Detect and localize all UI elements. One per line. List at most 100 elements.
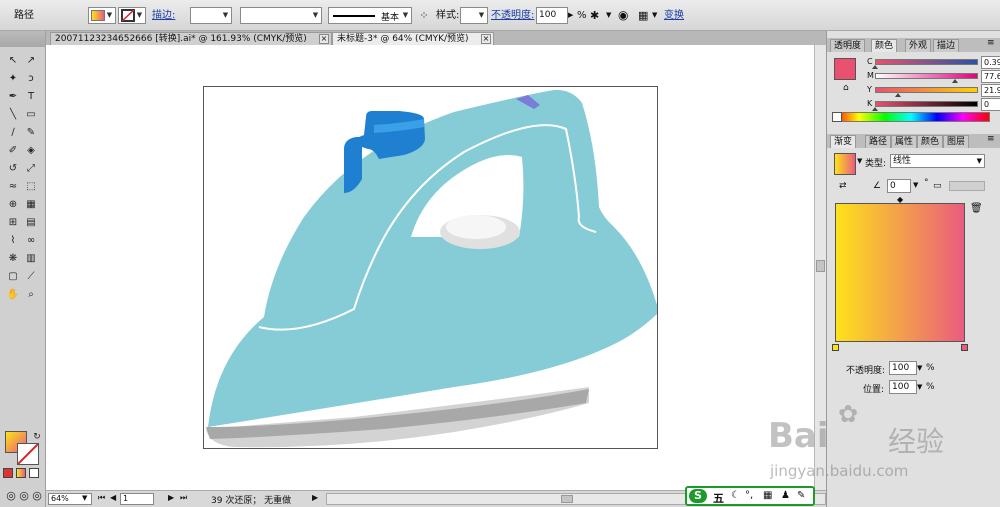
gradient-type-select[interactable]: 线性 ▼: [890, 154, 985, 168]
tab-color-2[interactable]: 颜色: [917, 135, 944, 148]
isolate-object-icon[interactable]: ◉: [618, 7, 634, 24]
stroke-swatch-large[interactable]: [17, 443, 39, 465]
magic-wand-tool-icon[interactable]: ✦: [5, 71, 21, 87]
close-icon[interactable]: ×: [481, 34, 491, 44]
iron-artwork[interactable]: [204, 87, 658, 449]
symbol-sprayer-tool-icon[interactable]: ❋: [5, 251, 21, 267]
blend-tool-icon[interactable]: ∞: [23, 233, 39, 249]
tab-layers[interactable]: 图层: [943, 135, 970, 148]
channel-slider-track[interactable]: [875, 101, 978, 107]
channel-slider-thumb[interactable]: [872, 107, 878, 111]
chevron-down-icon[interactable]: ▼: [82, 494, 87, 502]
chevron-down-icon[interactable]: ▼: [652, 7, 660, 24]
chevron-down-icon[interactable]: ▼: [917, 364, 922, 372]
next-page-icon[interactable]: ▶: [168, 493, 174, 502]
user-icon[interactable]: ♟: [781, 490, 790, 501]
eraser-tool-icon[interactable]: ◈: [23, 143, 39, 159]
delete-stop-icon[interactable]: 🗑: [970, 203, 983, 214]
scroll-thumb[interactable]: [816, 260, 825, 272]
color-spectrum-bar[interactable]: [832, 112, 990, 122]
chevron-down-icon[interactable]: ▼: [857, 157, 862, 165]
panel-menu-icon[interactable]: ≡: [987, 134, 995, 144]
tab-pathfinder[interactable]: 路径: [865, 135, 892, 148]
line-tool-icon[interactable]: ╲: [5, 107, 21, 123]
half-width-icon[interactable]: ☾: [731, 490, 740, 501]
lasso-tool-icon[interactable]: ↄ: [23, 71, 39, 87]
first-page-icon[interactable]: ⏮: [98, 493, 105, 503]
vertical-scrollbar[interactable]: [814, 45, 826, 490]
gradient-preview[interactable]: [835, 203, 965, 342]
color-swatch[interactable]: [834, 58, 856, 80]
reverse-gradient-icon[interactable]: ⇄: [839, 181, 847, 191]
recolor-artwork-icon[interactable]: ✱: [590, 7, 606, 24]
scroll-thumb[interactable]: [561, 495, 573, 503]
channel-value-input[interactable]: 0: [981, 98, 1000, 111]
fill-color-picker[interactable]: ▼: [88, 7, 116, 24]
tab-color[interactable]: 颜色: [871, 39, 898, 52]
tab-transparency[interactable]: 透明度: [830, 39, 866, 52]
type-tool-icon[interactable]: T: [23, 89, 39, 105]
swap-fill-stroke-icon[interactable]: ↻: [29, 429, 45, 445]
transform-link[interactable]: 变换: [664, 7, 684, 24]
channel-slider-thumb[interactable]: [872, 65, 879, 69]
document-tab-active[interactable]: 未标题-3* @ 64% (CMYK/预览) ×: [332, 32, 494, 45]
chevron-down-icon[interactable]: ▼: [606, 7, 614, 24]
chevron-right-icon[interactable]: ▶: [568, 7, 576, 24]
keyboard-icon[interactable]: ▦: [763, 490, 772, 501]
chevron-down-icon[interactable]: ▼: [913, 181, 918, 189]
gradient-swatch[interactable]: [834, 153, 856, 175]
aspect-ratio-input[interactable]: [949, 181, 985, 191]
blob-brush-tool-icon[interactable]: ✐: [5, 143, 21, 159]
panel-menu-icon[interactable]: ≡: [987, 38, 995, 48]
channel-slider-thumb[interactable]: [894, 93, 901, 97]
tools-panel-grip[interactable]: [0, 31, 45, 47]
channel-value-input[interactable]: 21.96: [981, 84, 1000, 97]
channel-slider-track[interactable]: [875, 59, 978, 65]
channel-value-input[interactable]: 0.39: [981, 56, 1000, 69]
hand-tool-icon[interactable]: ✋: [5, 287, 21, 303]
graphic-style-picker[interactable]: ▼: [460, 7, 488, 24]
last-page-icon[interactable]: ⏭: [180, 493, 187, 503]
channel-slider-thumb[interactable]: [951, 79, 958, 83]
document-tab[interactable]: 20071123234652666 [转换].ai* @ 161.93% (CM…: [50, 32, 332, 45]
none-mode-icon[interactable]: [29, 468, 39, 478]
mesh-tool-icon[interactable]: ⊞: [5, 215, 21, 231]
artboard-tool-icon[interactable]: ▢: [5, 269, 21, 285]
opacity-link[interactable]: 不透明度:: [491, 7, 534, 24]
angle-input[interactable]: 0: [887, 179, 911, 193]
brush-definition[interactable]: 基本 ▼: [328, 7, 412, 24]
eyedropper-tool-icon[interactable]: ⌇: [5, 233, 21, 249]
variable-width-profile[interactable]: ▼: [240, 7, 322, 24]
previous-page-icon[interactable]: ◀: [110, 493, 116, 502]
pencil-tool-icon[interactable]: ✎: [23, 125, 39, 141]
paintbrush-tool-icon[interactable]: ∕: [5, 125, 21, 141]
channel-slider-track[interactable]: [875, 73, 978, 79]
stroke-link[interactable]: 描边:: [152, 7, 175, 24]
gradient-stop-end[interactable]: [961, 344, 968, 351]
rotate-tool-icon[interactable]: ↺: [5, 161, 21, 177]
gradient-tool-icon[interactable]: ▤: [23, 215, 39, 231]
settings-wrench-icon[interactable]: ✎: [797, 490, 805, 501]
artboard[interactable]: [203, 86, 658, 449]
out-of-gamut-icon[interactable]: ⌂: [843, 83, 849, 93]
slice-tool-icon[interactable]: ⟋: [23, 269, 39, 285]
none-color-icon[interactable]: [832, 112, 842, 122]
gradient-stop-start[interactable]: [832, 344, 839, 351]
color-mode-icon[interactable]: [3, 468, 13, 478]
close-icon[interactable]: ×: [319, 34, 329, 44]
stroke-color-picker[interactable]: ▼: [118, 7, 146, 24]
stroke-weight-field[interactable]: ▼: [190, 7, 232, 24]
tab-gradient[interactable]: 渐变: [830, 135, 857, 148]
zoom-tool-icon[interactable]: ⌕: [23, 287, 39, 303]
shape-builder-tool-icon[interactable]: ⊕: [5, 197, 21, 213]
page-number-field[interactable]: 1: [120, 493, 154, 505]
column-graph-tool-icon[interactable]: ▥: [23, 251, 39, 267]
channel-slider-track[interactable]: [875, 87, 978, 93]
tab-attributes[interactable]: 属性: [891, 135, 918, 148]
draw-inside-icon[interactable]: ◎: [29, 488, 45, 504]
stop-opacity-input[interactable]: 100: [889, 361, 917, 375]
chevron-down-icon[interactable]: ▼: [917, 383, 922, 391]
tab-stroke[interactable]: 描边: [933, 39, 960, 52]
ime-mode[interactable]: 五: [713, 490, 724, 506]
direct-selection-tool-icon[interactable]: ↗: [23, 53, 39, 69]
